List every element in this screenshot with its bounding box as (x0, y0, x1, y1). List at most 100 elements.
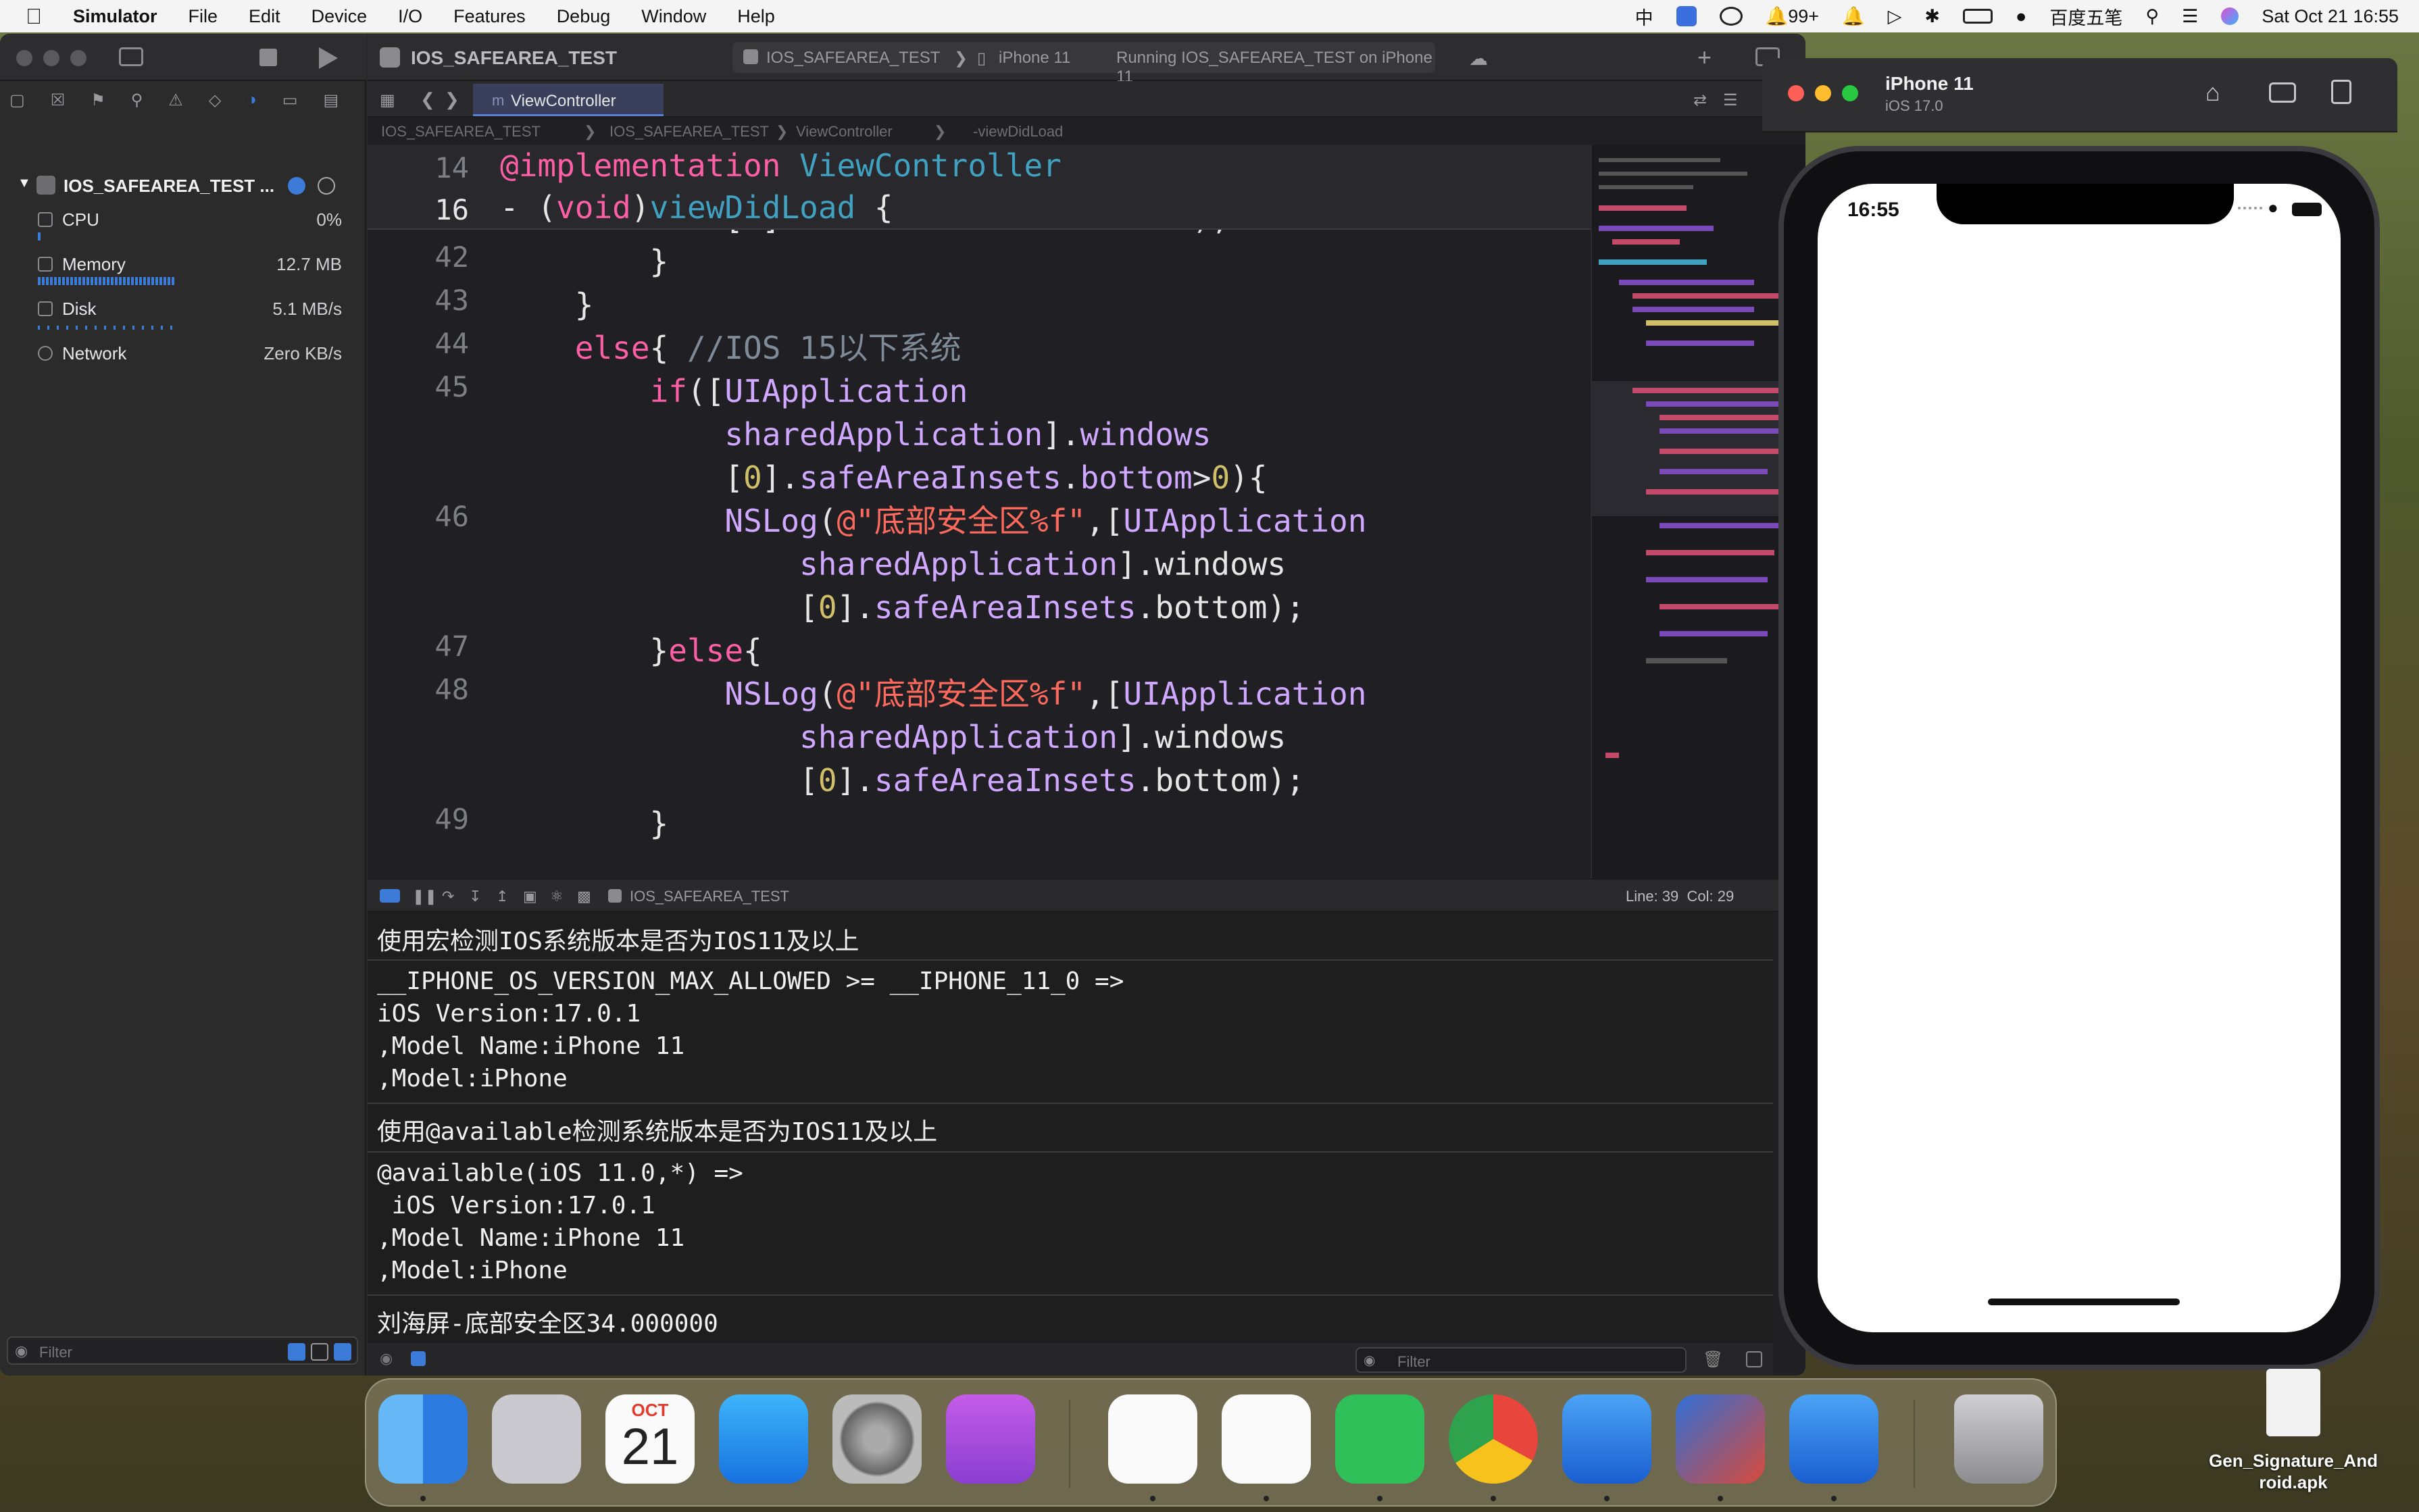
gauge-cpu[interactable]: CPU 0% (0, 203, 366, 247)
filter-option-icon[interactable] (334, 1343, 351, 1361)
menu-debug[interactable]: Debug (557, 6, 611, 27)
filter-option-icon[interactable] (288, 1343, 305, 1361)
system-settings-icon[interactable] (832, 1394, 922, 1484)
input-method-indicator[interactable]: 中 (1635, 3, 1653, 30)
zoom-button[interactable] (70, 50, 86, 66)
translate-icon[interactable] (1676, 6, 1697, 26)
notification-bell-icon[interactable]: 🔔99+ (1766, 5, 1819, 27)
cloud-icon[interactable]: ☁ (1469, 47, 1488, 70)
gauge-memory[interactable]: Memory 12.7 MB (0, 247, 366, 292)
zoom-button[interactable] (1842, 85, 1858, 101)
step-out-icon[interactable]: ↥ (496, 888, 508, 905)
activity-view[interactable]: IOS_SAFEAREA_TEST ❯ ▯ iPhone 11 Running … (732, 42, 1435, 86)
run-icon[interactable] (319, 47, 338, 69)
menu-file[interactable]: File (189, 6, 218, 27)
gauge-network[interactable]: Network Zero KB/s (0, 336, 366, 381)
report-icon[interactable]: ▤ (323, 91, 339, 110)
disclosure-chevron-icon[interactable]: ▼ (18, 176, 31, 191)
breadcrumb-project[interactable]: IOS_SAFEAREA_TEST (381, 123, 541, 141)
play-icon[interactable]: ▷ (1888, 6, 1902, 27)
close-button[interactable] (1788, 85, 1804, 101)
calendar-icon[interactable]: OCT 21 (605, 1394, 695, 1484)
wechat-icon[interactable] (1335, 1394, 1424, 1484)
wifi-icon[interactable]: ● (2016, 6, 2026, 27)
breadcrumb-method[interactable]: -viewDidLoad (973, 123, 1063, 141)
split-view-icon[interactable] (1746, 1351, 1762, 1367)
bookmark-icon[interactable]: ⚑ (91, 91, 105, 110)
folder-icon[interactable]: ▢ (9, 91, 25, 110)
view-debugger-icon[interactable]: ▣ (523, 888, 537, 905)
rotate-icon[interactable] (2331, 80, 2351, 104)
menubar-datetime[interactable]: Sat Oct 21 16:55 (2262, 6, 2399, 27)
home-indicator[interactable] (1988, 1299, 2180, 1305)
chrome-icon[interactable] (1449, 1394, 1538, 1484)
feedback-assistant-icon[interactable] (946, 1394, 1035, 1484)
menu-window[interactable]: Window (641, 6, 706, 27)
qq-icon[interactable] (1222, 1394, 1311, 1484)
wechat-icon[interactable] (1719, 7, 1743, 26)
home-icon[interactable]: ⌂ (2205, 78, 2220, 107)
memory-graph-icon[interactable]: ⚛ (550, 888, 564, 905)
menu-device[interactable]: Device (311, 6, 368, 27)
refresh-icon[interactable]: ⇄ (1693, 91, 1707, 110)
step-into-icon[interactable]: ↧ (469, 888, 481, 905)
step-over-icon[interactable]: ↷ (442, 888, 454, 905)
gauge-disk[interactable]: Disk 5.1 MB/s (0, 292, 366, 336)
process-row[interactable]: ▼ IOS_SAFEAREA_TEST ... (0, 169, 366, 205)
find-icon[interactable]: ⚲ (131, 91, 143, 110)
launchpad-icon[interactable] (492, 1394, 581, 1484)
issue-icon[interactable]: ⚠ (168, 91, 183, 110)
vmware-icon[interactable] (1676, 1394, 1765, 1484)
control-center-icon[interactable]: ☰ (2182, 6, 2198, 27)
console-filter-input[interactable]: ◉ Filter (1355, 1347, 1687, 1373)
screenshot-icon[interactable] (2269, 82, 2296, 103)
simulator-icon[interactable] (1789, 1394, 1878, 1484)
menu-edit[interactable]: Edit (249, 6, 280, 27)
add-icon[interactable]: + (1697, 43, 1712, 72)
code-editor[interactable]: 14 @implementation ViewController 16 - (… (368, 145, 1591, 912)
ime-label[interactable]: 百度五笔 (2049, 3, 2122, 30)
battery-icon[interactable] (1963, 9, 1993, 24)
minimize-button[interactable] (43, 50, 59, 66)
breakpoint-icon[interactable]: ▭ (282, 91, 298, 110)
close-button[interactable] (16, 50, 32, 66)
minimap[interactable] (1591, 145, 1805, 912)
trash-icon[interactable]: 🗑 (1703, 1350, 1723, 1369)
qq-icon[interactable] (1108, 1394, 1197, 1484)
eye-icon[interactable]: ◉ (380, 1350, 393, 1367)
grid-icon[interactable]: ▦ (380, 91, 395, 110)
simulate-location-icon[interactable]: ▩ (577, 888, 591, 905)
tab-viewcontroller[interactable]: m ViewController (473, 84, 664, 116)
sidebar-toggle-icon[interactable] (119, 47, 143, 66)
menu-help[interactable]: Help (737, 6, 775, 27)
info-icon[interactable] (288, 177, 305, 195)
console-output[interactable]: 使用宏检测IOS系统版本是否为IOS11及以上 __IPHONE_OS_VERS… (368, 912, 1773, 1376)
minimize-button[interactable] (1815, 85, 1831, 101)
breadcrumb-group[interactable]: IOS_SAFEAREA_TEST (609, 123, 769, 141)
back-icon[interactable]: ❮ (420, 89, 435, 110)
variables-toggle-icon[interactable] (411, 1351, 426, 1366)
destination-device[interactable]: iPhone 11 (999, 49, 1070, 68)
bluetooth-icon[interactable]: ✱ (1924, 6, 1940, 27)
app-store-icon[interactable] (719, 1394, 808, 1484)
menu-io[interactable]: I/O (398, 6, 422, 27)
source-control-icon[interactable]: ☒ (51, 91, 66, 110)
debug-area-toggle-icon[interactable] (380, 889, 400, 903)
test-icon[interactable]: ◇ (209, 91, 221, 110)
menu-features[interactable]: Features (453, 6, 526, 27)
process-status-icon[interactable] (318, 177, 335, 195)
iphone-screen[interactable]: 16:55 ● (1818, 184, 2341, 1332)
filter-option-icon[interactable] (311, 1343, 328, 1361)
menu-app-name[interactable]: Simulator (73, 6, 157, 27)
desktop-file-label[interactable]: Gen_Signature_Android.apk (2208, 1450, 2378, 1493)
bell-icon[interactable]: 🔔 (1842, 5, 1865, 27)
xcode-icon[interactable] (1562, 1394, 1651, 1484)
apk-file-icon[interactable] (2266, 1369, 2320, 1436)
apple-icon[interactable]:  (26, 4, 42, 29)
trash-icon[interactable] (1954, 1394, 2043, 1484)
search-icon[interactable]: ⚲ (2145, 6, 2159, 27)
sidebar-filter-input[interactable]: ◉ Filter (7, 1336, 358, 1365)
pause-icon[interactable]: ❚❚ (412, 888, 437, 905)
stop-icon[interactable] (259, 49, 277, 66)
finder-icon[interactable] (378, 1394, 468, 1484)
